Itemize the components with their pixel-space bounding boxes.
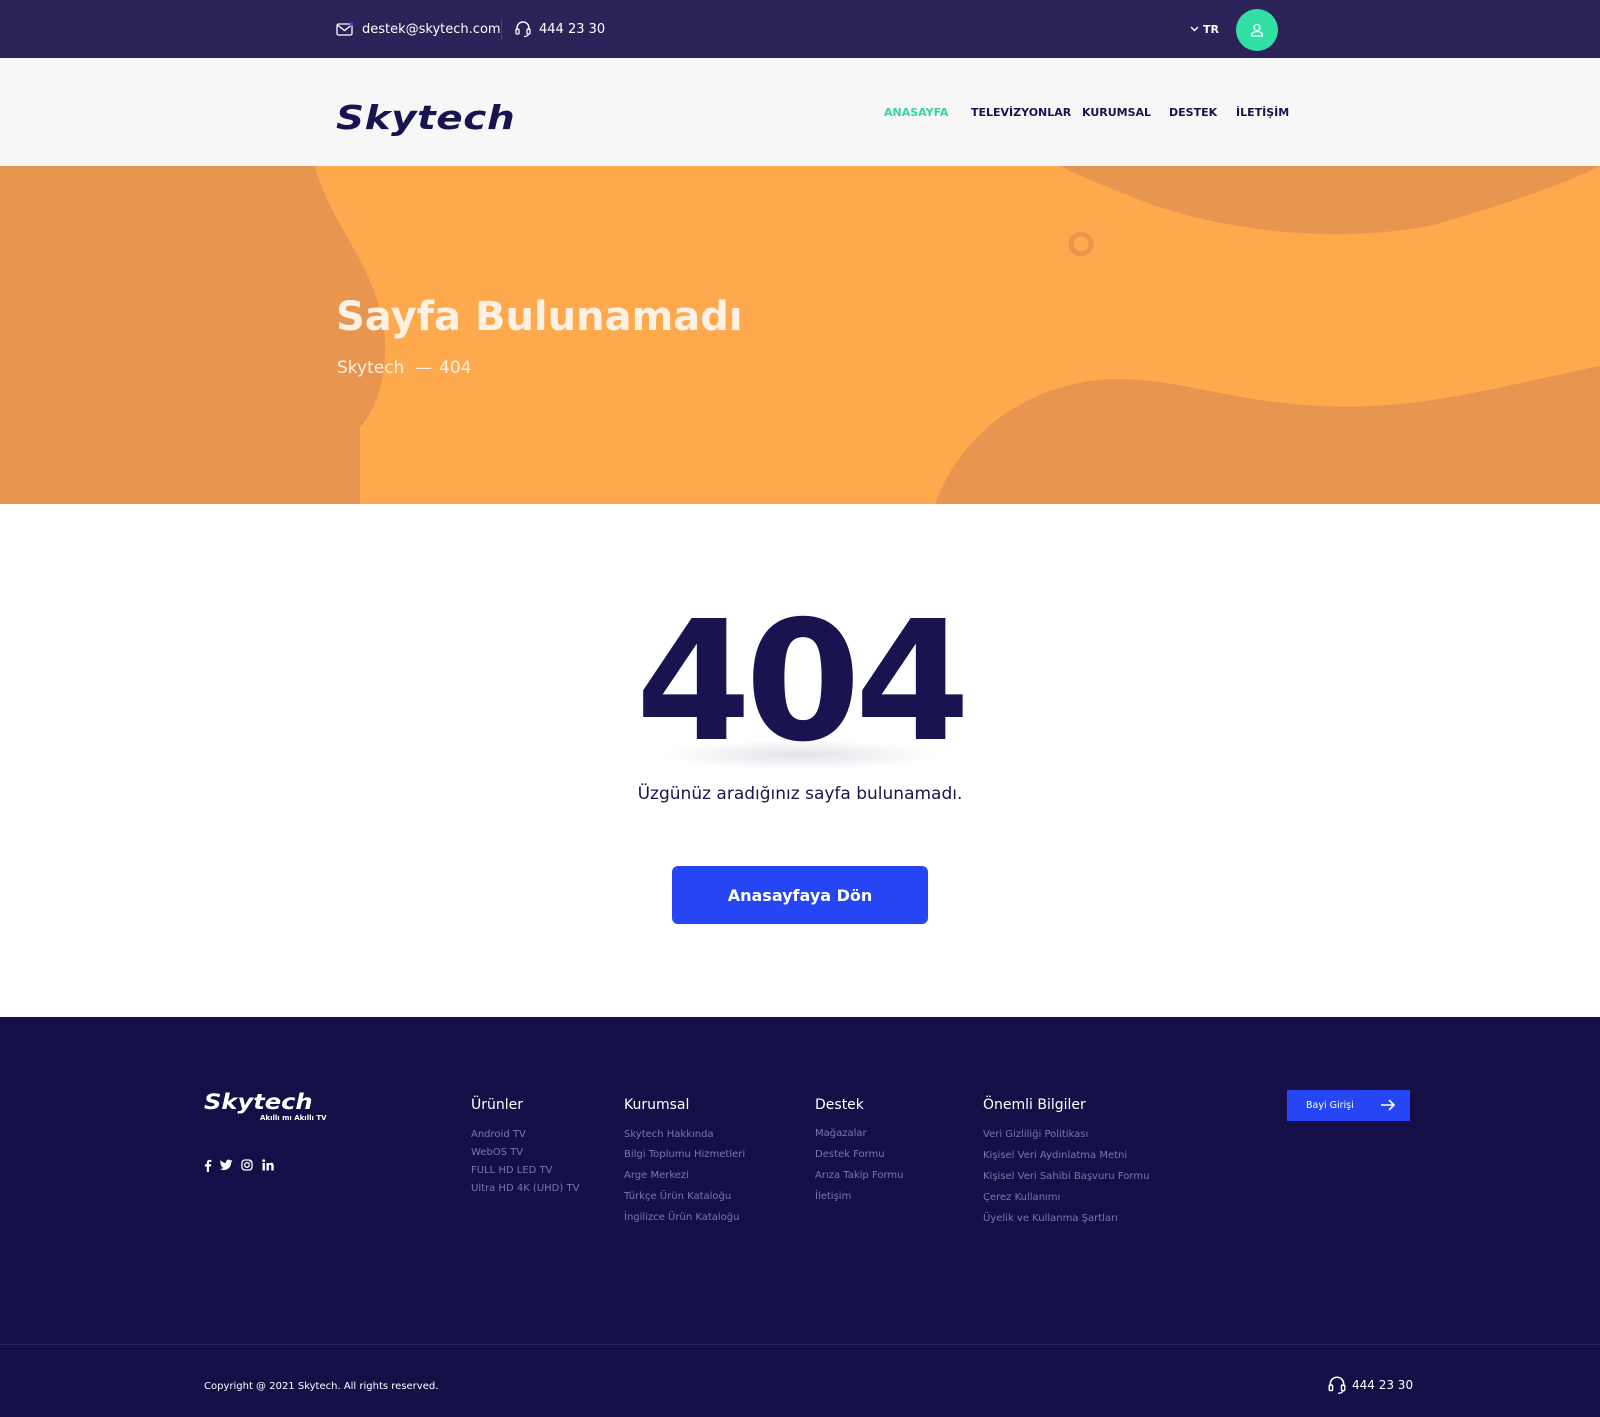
email-text: destek@skytech.com <box>362 21 501 37</box>
dealer-login-label: Bayi Girişi <box>1306 1100 1354 1111</box>
dealer-login-button[interactable]: Bayi Girişi <box>1287 1090 1410 1121</box>
twitter-icon <box>220 1159 233 1171</box>
phone-text: 444 23 30 <box>539 21 606 37</box>
footer-link[interactable]: Skytech Hakkında <box>624 1129 714 1140</box>
footer-link[interactable]: Android TV <box>471 1129 526 1140</box>
footer-heading-kurumsal: Kurumsal <box>624 1097 690 1113</box>
email-link[interactable]: destek@skytech.com <box>336 0 501 58</box>
site-logo[interactable]: Skytech <box>336 98 515 137</box>
nav-anasayfa[interactable]: ANASAYFA <box>884 58 948 166</box>
page-hero: Sayfa Bulunamadı Skytech — 404 <box>0 166 1600 504</box>
footer-tagline: Akıllı mı Akıllı TV <box>260 1114 327 1122</box>
footer-link[interactable]: İletişim <box>815 1191 851 1202</box>
language-label: TR <box>1203 22 1219 36</box>
linkedin-link[interactable] <box>262 1159 274 1171</box>
nav-televizyonlar[interactable]: TELEVİZYONLAR <box>971 58 1071 166</box>
breadcrumb-separator: — <box>415 358 432 378</box>
twitter-link[interactable] <box>220 1159 233 1171</box>
facebook-icon <box>204 1159 212 1172</box>
footer-link[interactable]: Destek Formu <box>815 1149 885 1160</box>
nav-kurumsal[interactable]: KURUMSAL <box>1082 58 1151 166</box>
footer-logo[interactable]: Skytech Akıllı mı Akıllı TV <box>204 1090 327 1122</box>
headset-icon <box>515 21 531 38</box>
headset-icon <box>1328 1376 1346 1394</box>
footer-link[interactable]: WebOS TV <box>471 1147 523 1158</box>
user-account-button[interactable] <box>1236 9 1278 51</box>
footer-phone-link[interactable]: 444 23 30 <box>1328 1375 1413 1395</box>
footer-link[interactable]: Ultra HD 4K (UHD) TV <box>471 1183 579 1194</box>
footer-link[interactable]: Arıza Takip Formu <box>815 1170 904 1181</box>
footer-divider <box>0 1344 1600 1345</box>
footer-link[interactable]: Türkçe Ürün Kataloğu <box>624 1191 731 1202</box>
breadcrumb-current: 404 <box>439 358 472 378</box>
arrow-right-icon <box>1381 1099 1396 1111</box>
footer-phone-text: 444 23 30 <box>1352 1378 1414 1392</box>
instagram-icon <box>241 1159 253 1171</box>
footer-link[interactable]: İngilizce Ürün Kataloğu <box>624 1212 739 1223</box>
footer-link[interactable]: FULL HD LED TV <box>471 1165 553 1176</box>
linkedin-icon <box>262 1159 274 1171</box>
back-to-home-button[interactable]: Anasayfaya Dön <box>672 866 928 924</box>
instagram-link[interactable] <box>241 1159 253 1171</box>
footer-link[interactable]: Veri Gizliliği Politikası <box>983 1129 1088 1140</box>
footer-link[interactable]: Kişisel Veri Aydınlatma Metni <box>983 1150 1127 1161</box>
phone-link[interactable]: 444 23 30 <box>515 0 605 58</box>
footer-heading-urunler: Ürünler <box>471 1097 524 1113</box>
footer-heading-onemli-bilgiler: Önemli Bilgiler <box>983 1097 1086 1113</box>
nav-iletisim[interactable]: İLETİŞİM <box>1236 58 1289 166</box>
language-selector[interactable]: TR <box>1190 0 1219 58</box>
footer-logo-text: Skytech <box>204 1090 313 1114</box>
error-message: Üzgünüz aradığınız sayfa bulunamadı. <box>637 784 963 804</box>
breadcrumb-home[interactable]: Skytech <box>337 358 404 378</box>
copyright-text: Copyright @ 2021 Skytech. All rights res… <box>204 1381 439 1392</box>
site-footer: Skytech Akıllı mı Akıllı TV Ürünler Andr… <box>0 1017 1600 1417</box>
chevron-down-icon <box>1190 26 1199 32</box>
footer-link[interactable]: Bilgi Toplumu Hizmetleri <box>624 1149 745 1160</box>
error-code: 404 <box>635 586 971 779</box>
nav-destek[interactable]: DESTEK <box>1169 58 1217 166</box>
hero-background-shapes <box>0 166 1600 504</box>
footer-heading-destek: Destek <box>815 1097 864 1113</box>
mail-icon <box>336 22 354 36</box>
main-header: Skytech ANASAYFA TELEVİZYONLAR KURUMSAL … <box>0 58 1600 166</box>
topbar-divider <box>501 19 502 41</box>
footer-link[interactable]: Arge Merkezi <box>624 1170 689 1181</box>
top-bar: destek@skytech.com 444 23 30 TR <box>0 0 1600 58</box>
page-title: Sayfa Bulunamadı <box>336 294 743 340</box>
footer-link[interactable]: Kişisel Veri Sahibi Başvuru Formu <box>983 1171 1149 1182</box>
user-icon <box>1250 23 1264 37</box>
facebook-link[interactable] <box>204 1159 212 1172</box>
footer-link[interactable]: Üyelik ve Kullanma Şartları <box>983 1213 1118 1224</box>
footer-link[interactable]: Mağazalar <box>815 1128 867 1139</box>
footer-link[interactable]: Çerez Kullanımı <box>983 1192 1060 1203</box>
